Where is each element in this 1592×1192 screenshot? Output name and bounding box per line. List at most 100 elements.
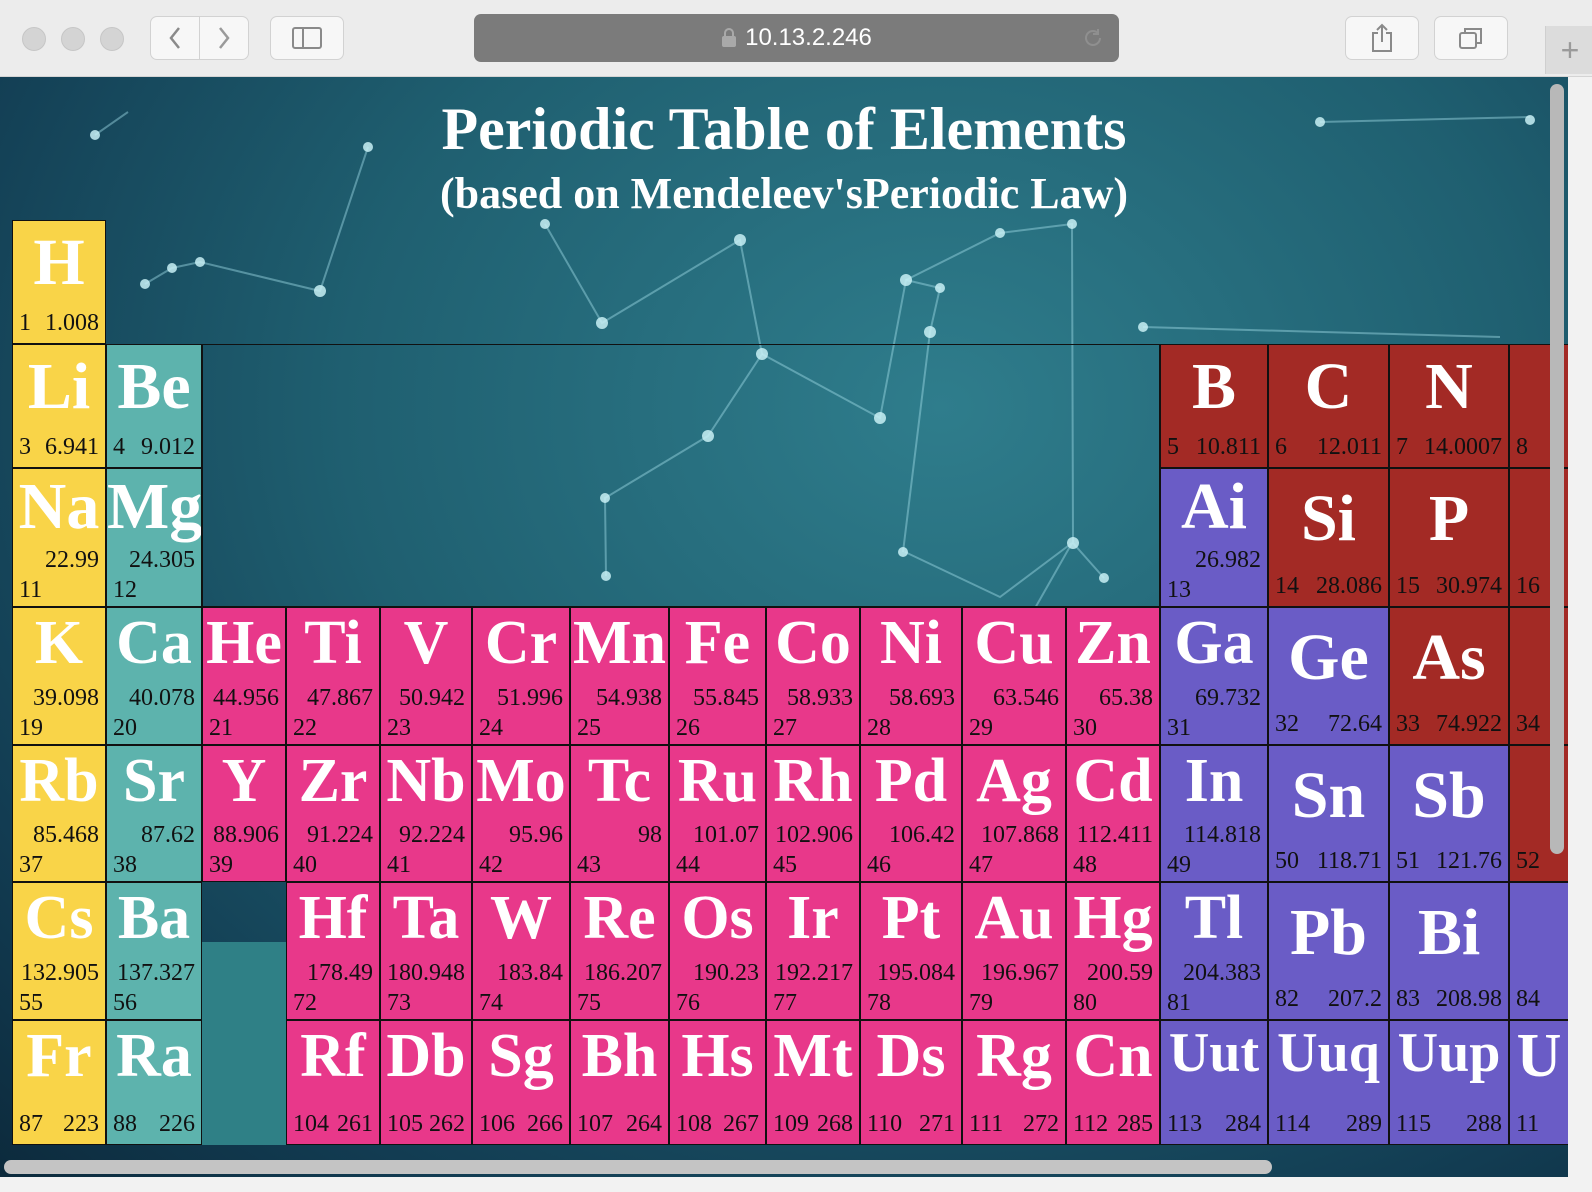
element-cell[interactable]: 84 xyxy=(1509,882,1568,1020)
element-cell[interactable]: Hs 108 267 xyxy=(669,1020,766,1145)
element-cell[interactable]: Ta 180.948 73 xyxy=(380,882,472,1020)
element-cell[interactable]: Mo 95.96 42 xyxy=(472,745,570,882)
sidebar-icon xyxy=(292,27,322,49)
element-cell[interactable]: Li 3 6.941 xyxy=(12,344,106,468)
element-cell[interactable]: Nb 92.224 41 xyxy=(380,745,472,882)
element-cell[interactable]: Cr 51.996 24 xyxy=(472,607,570,745)
address-bar[interactable]: 10.13.2.246 xyxy=(474,14,1119,62)
element-cell[interactable]: Cs 132.905 55 xyxy=(12,882,106,1020)
element-cell[interactable]: Mg 24.305 12 xyxy=(106,468,202,607)
element-cell[interactable]: Rb 85.468 37 xyxy=(12,745,106,882)
element-symbol: Ra xyxy=(116,1022,192,1090)
element-cell[interactable]: Pt 195.084 78 xyxy=(860,882,962,1020)
element-cell[interactable]: Be 4 9.012 xyxy=(106,344,202,468)
new-tab-button[interactable]: + xyxy=(1545,26,1592,74)
atomic-mass: 1.008 xyxy=(45,310,99,336)
atomic-mass: 106.42 xyxy=(889,822,955,848)
atomic-mass: 101.07 xyxy=(693,822,759,848)
element-cell[interactable]: Zn 65.38 30 xyxy=(1066,607,1160,745)
element-cell[interactable]: Sr 87.62 38 xyxy=(106,745,202,882)
element-cell[interactable]: Cd 112.411 48 xyxy=(1066,745,1160,882)
element-cell[interactable]: H 1 1.008 xyxy=(12,220,106,344)
element-cell[interactable]: Rh 102.906 45 xyxy=(766,745,860,882)
element-cell[interactable]: Fr 87 223 xyxy=(12,1020,106,1145)
element-cell[interactable]: Uuq 114 289 xyxy=(1268,1020,1389,1145)
element-cell[interactable]: Hg 200.59 80 xyxy=(1066,882,1160,1020)
atomic-number: 47 xyxy=(969,852,993,878)
element-cell[interactable]: He 44.956 21 xyxy=(202,607,286,745)
window-minimize-button[interactable] xyxy=(61,27,85,51)
element-cell[interactable]: Db 105 262 xyxy=(380,1020,472,1145)
element-cell[interactable]: Si 14 28.086 xyxy=(1268,468,1389,607)
element-cell[interactable]: Os 190.23 76 xyxy=(669,882,766,1020)
element-cell[interactable]: Cn 112 285 xyxy=(1066,1020,1160,1145)
element-cell[interactable]: Na 22.99 11 xyxy=(12,468,106,607)
vertical-scrollbar[interactable] xyxy=(1550,84,1564,854)
element-cell[interactable]: Ai 26.982 13 xyxy=(1160,468,1268,607)
forward-button[interactable] xyxy=(199,16,249,60)
element-cell[interactable]: Y 88.906 39 xyxy=(202,745,286,882)
element-cell[interactable]: Sn 50 118.71 xyxy=(1268,745,1389,882)
element-cell[interactable]: Ir 192.217 77 xyxy=(766,882,860,1020)
element-cell[interactable]: Fe 55.845 26 xyxy=(669,607,766,745)
element-cell[interactable]: Sb 51 121.76 xyxy=(1389,745,1509,882)
share-button[interactable] xyxy=(1345,16,1419,60)
element-cell[interactable]: Co 58.933 27 xyxy=(766,607,860,745)
element-cell[interactable]: B 5 10.811 xyxy=(1160,344,1268,468)
element-cell[interactable]: Bi 83 208.98 xyxy=(1389,882,1509,1020)
atomic-number: 14 xyxy=(1275,573,1299,599)
element-cell[interactable]: Zr 91.224 40 xyxy=(286,745,380,882)
element-cell[interactable]: U 11 xyxy=(1509,1020,1568,1145)
atomic-number: 83 xyxy=(1396,986,1420,1012)
element-cell[interactable]: K 39.098 19 xyxy=(12,607,106,745)
sidebar-button[interactable] xyxy=(270,16,344,60)
element-cell[interactable]: Re 186.207 75 xyxy=(570,882,669,1020)
element-cell[interactable]: Ba 137.327 56 xyxy=(106,882,202,1020)
element-cell[interactable]: Ag 107.868 47 xyxy=(962,745,1066,882)
element-cell[interactable]: In 114.818 49 xyxy=(1160,745,1268,882)
element-cell[interactable]: Rf 104 261 xyxy=(286,1020,380,1145)
element-cell[interactable]: Ds 110 271 xyxy=(860,1020,962,1145)
element-cell[interactable]: Pb 82 207.2 xyxy=(1268,882,1389,1020)
element-cell[interactable]: Pd 106.42 46 xyxy=(860,745,962,882)
atomic-mass: 47.867 xyxy=(307,685,373,711)
atomic-number: 110 xyxy=(867,1111,903,1137)
element-cell[interactable]: W 183.84 74 xyxy=(472,882,570,1020)
element-symbol: H xyxy=(33,226,85,299)
atomic-mass: 285 xyxy=(1117,1111,1153,1137)
element-cell[interactable]: P 15 30.974 xyxy=(1389,468,1509,607)
element-cell[interactable]: Uup 115 288 xyxy=(1389,1020,1509,1145)
element-cell[interactable]: Tc 98 43 xyxy=(570,745,669,882)
atomic-number: 112 xyxy=(1073,1111,1109,1137)
window-close-button[interactable] xyxy=(22,27,46,51)
element-cell[interactable]: Uut 113 284 xyxy=(1160,1020,1268,1145)
element-cell[interactable]: Rg 111 272 xyxy=(962,1020,1066,1145)
element-cell[interactable]: Ni 58.693 28 xyxy=(860,607,962,745)
window-zoom-button[interactable] xyxy=(100,27,124,51)
element-cell[interactable]: Bh 107 264 xyxy=(570,1020,669,1145)
element-cell[interactable]: Cu 63.546 29 xyxy=(962,607,1066,745)
element-cell[interactable]: Ti 47.867 22 xyxy=(286,607,380,745)
atomic-mass: 54.938 xyxy=(596,685,662,711)
element-cell[interactable]: Sg 106 266 xyxy=(472,1020,570,1145)
element-cell[interactable]: Ru 101.07 44 xyxy=(669,745,766,882)
element-cell[interactable]: Ge 32 72.64 xyxy=(1268,607,1389,745)
element-cell[interactable]: V 50.942 23 xyxy=(380,607,472,745)
element-cell[interactable]: Ca 40.078 20 xyxy=(106,607,202,745)
atomic-mass: 266 xyxy=(527,1111,563,1137)
horizontal-scrollbar[interactable] xyxy=(4,1160,1272,1174)
tabs-button[interactable] xyxy=(1434,16,1508,60)
element-cell[interactable]: Au 196.967 79 xyxy=(962,882,1066,1020)
element-cell[interactable]: Mt 109 268 xyxy=(766,1020,860,1145)
element-cell[interactable]: Tl 204.383 81 xyxy=(1160,882,1268,1020)
back-button[interactable] xyxy=(150,16,200,60)
element-cell[interactable]: Hf 178.49 72 xyxy=(286,882,380,1020)
element-symbol: Si xyxy=(1300,482,1357,555)
element-cell[interactable]: N 7 14.0007 xyxy=(1389,344,1509,468)
element-cell[interactable]: C 6 12.011 xyxy=(1268,344,1389,468)
element-cell[interactable]: Mn 54.938 25 xyxy=(570,607,669,745)
element-cell[interactable]: As 33 74.922 xyxy=(1389,607,1509,745)
element-cell[interactable]: Ra 88 226 xyxy=(106,1020,202,1145)
element-cell[interactable]: Ga 69.732 31 xyxy=(1160,607,1268,745)
reload-icon[interactable] xyxy=(1081,26,1105,50)
